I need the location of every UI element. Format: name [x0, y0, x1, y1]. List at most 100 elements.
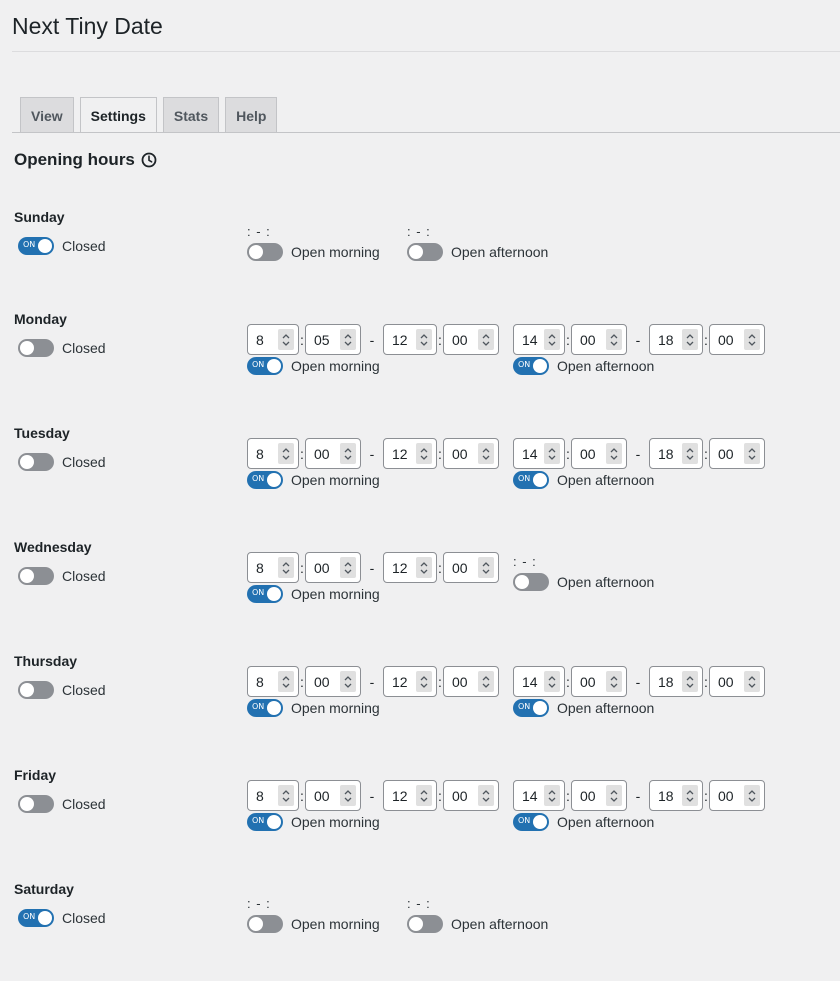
morning-from-minute-input[interactable]: 00 [305, 552, 361, 583]
spinner-chevrons-icon[interactable] [682, 671, 698, 692]
morning-to-hour-input[interactable]: 12 [383, 552, 437, 583]
spinner-chevrons-icon[interactable] [278, 557, 294, 578]
morning-from-minute-input[interactable]: 00 [305, 666, 361, 697]
spinner-chevrons-icon[interactable] [478, 557, 494, 578]
closed-toggle[interactable] [18, 453, 54, 471]
spinner-chevrons-icon[interactable] [340, 443, 356, 464]
spinner-chevrons-icon[interactable] [340, 671, 356, 692]
morning-from-hour-input[interactable]: 8 [247, 780, 299, 811]
open-morning-toggle[interactable]: ON [247, 585, 283, 603]
spinner-chevrons-icon[interactable] [682, 329, 698, 350]
morning-from-hour-input[interactable]: 8 [247, 438, 299, 469]
open-afternoon-toggle[interactable] [513, 573, 549, 591]
tab-settings[interactable]: Settings [79, 97, 157, 133]
closed-toggle[interactable]: ON [18, 237, 54, 255]
afternoon-from-minute-input[interactable]: 00 [571, 666, 627, 697]
open-morning-toggle[interactable] [247, 915, 283, 933]
spinner-chevrons-icon[interactable] [606, 443, 622, 464]
spinner-chevrons-icon[interactable] [416, 443, 432, 464]
spinner-chevrons-icon[interactable] [278, 785, 294, 806]
spinner-chevrons-icon[interactable] [744, 443, 760, 464]
morning-to-hour-input[interactable]: 12 [383, 666, 437, 697]
morning-to-minute-input[interactable]: 00 [443, 780, 499, 811]
open-afternoon-toggle[interactable]: ON [513, 357, 549, 375]
morning-to-minute-input[interactable]: 00 [443, 438, 499, 469]
afternoon-to-minute-input[interactable]: 00 [709, 666, 765, 697]
afternoon-to-minute-input[interactable]: 00 [709, 438, 765, 469]
spinner-chevrons-icon[interactable] [416, 557, 432, 578]
morning-to-hour-input[interactable]: 12 [383, 438, 437, 469]
spinner-chevrons-icon[interactable] [744, 671, 760, 692]
open-afternoon-toggle[interactable]: ON [513, 471, 549, 489]
afternoon-from-minute-input[interactable]: 00 [571, 438, 627, 469]
morning-to-hour-input[interactable]: 12 [383, 780, 437, 811]
afternoon-to-minute-input[interactable]: 00 [709, 324, 765, 355]
open-morning-toggle[interactable]: ON [247, 813, 283, 831]
closed-label: Closed [62, 568, 106, 584]
spinner-chevrons-icon[interactable] [744, 329, 760, 350]
afternoon-from-hour-input[interactable]: 14 [513, 438, 565, 469]
afternoon-to-minute-input[interactable]: 00 [709, 780, 765, 811]
afternoon-to-hour-input[interactable]: 18 [649, 666, 703, 697]
afternoon-to-hour-input[interactable]: 18 [649, 780, 703, 811]
open-morning-toggle[interactable]: ON [247, 357, 283, 375]
closed-toggle[interactable] [18, 339, 54, 357]
morning-from-hour-input[interactable]: 8 [247, 552, 299, 583]
spinner-chevrons-icon[interactable] [416, 329, 432, 350]
afternoon-from-minute-input[interactable]: 00 [571, 324, 627, 355]
open-morning-toggle[interactable]: ON [247, 471, 283, 489]
spinner-chevrons-icon[interactable] [744, 785, 760, 806]
spinner-chevrons-icon[interactable] [478, 785, 494, 806]
afternoon-from-hour-input[interactable]: 14 [513, 666, 565, 697]
morning-to-minute-input[interactable]: 00 [443, 324, 499, 355]
morning-from-minute-input[interactable]: 00 [305, 780, 361, 811]
spinner-chevrons-icon[interactable] [544, 329, 560, 350]
open-morning-toggle[interactable] [247, 243, 283, 261]
tab-help[interactable]: Help [225, 97, 278, 133]
morning-to-hour-input[interactable]: 12 [383, 324, 437, 355]
spinner-chevrons-icon[interactable] [606, 329, 622, 350]
spinner-chevrons-icon[interactable] [478, 329, 494, 350]
morning-from-hour-input[interactable]: 8 [247, 324, 299, 355]
spinner-chevrons-icon[interactable] [340, 329, 356, 350]
spinner-chevrons-icon[interactable] [340, 785, 356, 806]
morning-to-minute-input[interactable]: 00 [443, 666, 499, 697]
morning-from-hour-input[interactable]: 8 [247, 666, 299, 697]
spinner-chevrons-icon[interactable] [278, 671, 294, 692]
tab-stats[interactable]: Stats [162, 97, 220, 133]
spinner-chevrons-icon[interactable] [278, 443, 294, 464]
tab-view[interactable]: View [20, 97, 74, 133]
morning-from-minute-input[interactable]: 00 [305, 438, 361, 469]
spinner-chevrons-icon[interactable] [606, 785, 622, 806]
open-afternoon-toggle[interactable] [407, 243, 443, 261]
morning-to-minute-input[interactable]: 00 [443, 552, 499, 583]
spinner-chevrons-icon[interactable] [416, 671, 432, 692]
closed-toggle[interactable] [18, 795, 54, 813]
afternoon-from-hour-input[interactable]: 14 [513, 324, 565, 355]
afternoon-from-minute-input[interactable]: 00 [571, 780, 627, 811]
afternoon-to-hour-input[interactable]: 18 [649, 324, 703, 355]
spinner-chevrons-icon[interactable] [478, 443, 494, 464]
spinner-chevrons-icon[interactable] [544, 671, 560, 692]
open-morning-toggle[interactable]: ON [247, 699, 283, 717]
open-afternoon-toggle[interactable]: ON [513, 699, 549, 717]
closed-toggle[interactable]: ON [18, 909, 54, 927]
afternoon-to-hour-input[interactable]: 18 [649, 438, 703, 469]
spinner-chevrons-icon[interactable] [340, 557, 356, 578]
spinner-chevrons-icon[interactable] [416, 785, 432, 806]
spinner-chevrons-icon[interactable] [682, 785, 698, 806]
spinner-chevrons-icon[interactable] [278, 329, 294, 350]
morning-toggle-row: ON Open morning [247, 813, 499, 831]
open-afternoon-toggle[interactable]: ON [513, 813, 549, 831]
morning-from-minute-input[interactable]: 05 [305, 324, 361, 355]
open-afternoon-toggle[interactable] [407, 915, 443, 933]
closed-toggle[interactable] [18, 567, 54, 585]
spinner-chevrons-icon[interactable] [682, 443, 698, 464]
spinner-chevrons-icon[interactable] [478, 671, 494, 692]
closed-toggle[interactable] [18, 681, 54, 699]
spinner-chevrons-icon[interactable] [606, 671, 622, 692]
spinner-chevrons-icon[interactable] [544, 443, 560, 464]
spinner-chevrons-icon[interactable] [544, 785, 560, 806]
toggle-on-text: ON [252, 360, 265, 369]
afternoon-from-hour-input[interactable]: 14 [513, 780, 565, 811]
